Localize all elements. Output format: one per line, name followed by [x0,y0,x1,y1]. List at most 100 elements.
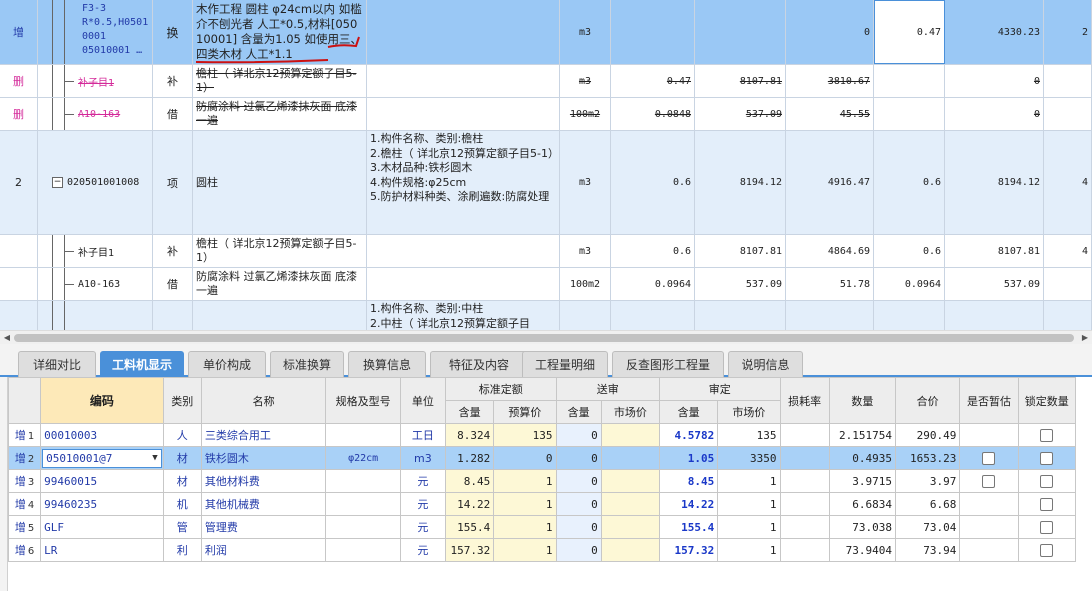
qty-cell[interactable]: 0.47 [874,0,945,64]
qty-cell[interactable]: 0.6 [874,235,945,267]
lock-quantity-checkbox[interactable] [1040,497,1054,511]
qty-cell[interactable] [874,65,945,97]
audit-content-cell[interactable]: 1.05 [658,446,719,470]
horizontal-scrollbar[interactable]: ◀ ▶ [0,330,1092,344]
sub-item-deleted-2[interactable]: 删 A10-163 借防腐涂料 过氯乙烯漆抹灰面 底漆一遍 100m2 0.0848 53… [0,98,1092,131]
provisional-checkbox[interactable] [982,451,996,465]
code-cell[interactable]: 00010003 [40,423,164,447]
lock-quantity-checkbox[interactable] [1040,428,1054,442]
name-cell[interactable]: 管理费 [200,515,327,539]
name-cell[interactable]: 其他机械费 [200,492,327,516]
scrollbar-thumb[interactable] [14,334,1074,342]
audit-content-cell[interactable]: 4.5782 [658,423,719,447]
provisional-header[interactable]: 是否暂估 [959,377,1019,424]
tab-3[interactable]: 单价构成 [188,351,266,377]
audit-price-cell[interactable]: 1 [717,469,781,493]
audit-content-cell[interactable]: 155.4 [658,515,719,539]
sub-item-f3-3[interactable]: 增 F3-3 R*0.5,H0501 0001 05010001 … 换木作工程 圆柱 φ… [0,0,1092,65]
audit-price-cell[interactable]: 1 [717,538,781,562]
tab-7[interactable]: 工程量明细 [522,351,608,377]
unit-cell: 元 [399,469,447,493]
spec-cell[interactable] [325,492,401,516]
loss-rate-cell[interactable] [779,492,830,516]
bill-item-next[interactable]: 1.构件名称、类别:中柱 2.中柱（ 详北京12预算定额子目 [0,301,1092,330]
scroll-right-icon[interactable]: ▶ [1080,333,1090,343]
lock-quantity-checkbox[interactable] [1040,520,1054,534]
type-cell: 补 [153,65,193,97]
tab-4[interactable]: 标准换算 [270,351,344,377]
resource-row[interactable]: 增 5 GLF 管管理费元 155.4 1 0 155.4 1 73.038 73.04 [7,515,1077,539]
code-cell[interactable]: 99460015 [40,469,164,493]
tab-5[interactable]: 换算信息 [348,351,426,377]
code-cell[interactable]: LR [40,538,164,562]
qty-cell[interactable] [874,98,945,130]
unit-cell: m3 [560,235,611,267]
lock-quantity-header[interactable]: 锁定数量 [1017,377,1077,424]
row-added-mark: 增 [14,498,26,511]
quantity-header[interactable]: 数量 [828,377,897,424]
audit-price-cell[interactable]: 135 [717,423,781,447]
spec-cell[interactable] [325,515,401,539]
dropdown-arrow-icon[interactable]: ▼ [152,450,157,467]
code-editor[interactable]: 05010001@7 ▼ [42,448,162,468]
lock-quantity-checkbox[interactable] [1040,543,1054,557]
total-price-header[interactable]: 合价 [895,377,961,424]
tab-6[interactable]: 特征及内容 [430,351,528,377]
code-header[interactable]: 编码 [40,377,164,424]
sub-item-a10-163[interactable]: A10-163 借防腐涂料 过氯乙烯漆抹灰面 底漆一遍 100m2 0.0964 537… [0,268,1092,301]
audit-content-cell[interactable]: 14.22 [658,492,719,516]
name-cell[interactable]: 铁杉圆木 [200,446,327,470]
audit-content-cell[interactable]: 157.32 [658,538,719,562]
code-cell[interactable]: 99460235 [40,492,164,516]
lock-quantity-checkbox[interactable] [1040,451,1054,465]
spec-cell[interactable] [325,538,401,562]
tab-1[interactable]: 详细对比 [18,351,96,377]
spec-header[interactable]: 规格及型号 [325,377,401,424]
qty-cell[interactable]: 0.6 [874,131,945,234]
loss-rate-header[interactable]: 损耗率 [779,377,830,424]
qty-cell[interactable]: 0.0964 [874,268,945,300]
loss-rate-cell[interactable] [779,515,830,539]
audit-price-cell[interactable]: 1 [717,492,781,516]
provisional-checkbox[interactable] [982,474,996,488]
sub-item-deleted-1[interactable]: 删 补子目1 补檐柱（ 详北京12预算定额子目5-1） m3 0.47 8107.81 38… [0,65,1092,98]
audit-price-cell[interactable]: 3350 [717,446,781,470]
category-header[interactable]: 类别 [162,377,202,424]
tab-8[interactable]: 反查图形工程量 [612,351,724,377]
loss-rate-cell[interactable] [779,469,830,493]
loss-rate-cell[interactable] [779,423,830,447]
audit-content-cell[interactable]: 8.45 [658,469,719,493]
resource-row[interactable]: 增 6 LR 利利润元 157.32 1 0 157.32 1 73.9404 73.94 [7,538,1077,562]
resource-row[interactable]: 增 3 99460015 材其他材料费元 8.45 1 0 8.45 1 3.9715 3.97 [7,469,1077,493]
name-cell[interactable]: 三类综合用工 [200,423,327,447]
spec-cell[interactable]: φ22cm [325,446,401,470]
spec-cell[interactable] [325,423,401,447]
scroll-left-icon[interactable]: ◀ [2,333,12,343]
name-cell[interactable]: 利润 [200,538,327,562]
unit-header[interactable]: 单位 [399,377,447,424]
code-cell[interactable]: 05010001@7 ▼ [40,446,164,470]
resource-row[interactable]: 增 4 99460235 机其他机械费元 14.22 1 0 14.22 1 6.6834 6.68 [7,492,1077,516]
feature-line: 1.构件名称、类别:中柱 [370,302,484,315]
price-cell [695,301,786,330]
tab-2[interactable]: 工料机显示 [100,351,184,377]
spec-cell[interactable] [325,469,401,493]
tab-9[interactable]: 说明信息 [728,351,803,377]
name-header[interactable]: 名称 [200,377,327,424]
bill-item-020501001008[interactable]: 2−020501001008 项圆柱 1.构件名称、类别:檐柱 2.檐柱（ 详北京12… [0,131,1092,235]
collapse-icon[interactable]: − [52,177,63,188]
lock-quantity-checkbox[interactable] [1040,474,1054,488]
code-cell[interactable]: GLF [40,515,164,539]
qty-cell[interactable] [874,301,945,330]
resource-row[interactable]: 增 2 05010001@7 ▼ 材铁杉圆木 φ22cm m3 1.282 0 0 1.05 3350… [7,446,1077,470]
loss-rate-cell[interactable] [779,446,830,470]
send-price-cell [600,538,660,562]
row-number: 增6 [7,538,42,562]
sub-item-supplement[interactable]: 补子目1 补檐柱（ 详北京12预算定额子目5-1） m3 0.6 8107.81 4864… [0,235,1092,268]
lower-side-strip [0,377,8,591]
loss-rate-cell[interactable] [779,538,830,562]
name-cell[interactable]: 其他材料费 [200,469,327,493]
audit-price-cell[interactable]: 1 [717,515,781,539]
name-text: 檐柱（ 详北京12预算定额子目5-1） [196,67,357,94]
resource-row[interactable]: 增 1 00010003 人三类综合用工 工日 8.324 135 0 4.5782 135 2.1… [7,423,1077,447]
